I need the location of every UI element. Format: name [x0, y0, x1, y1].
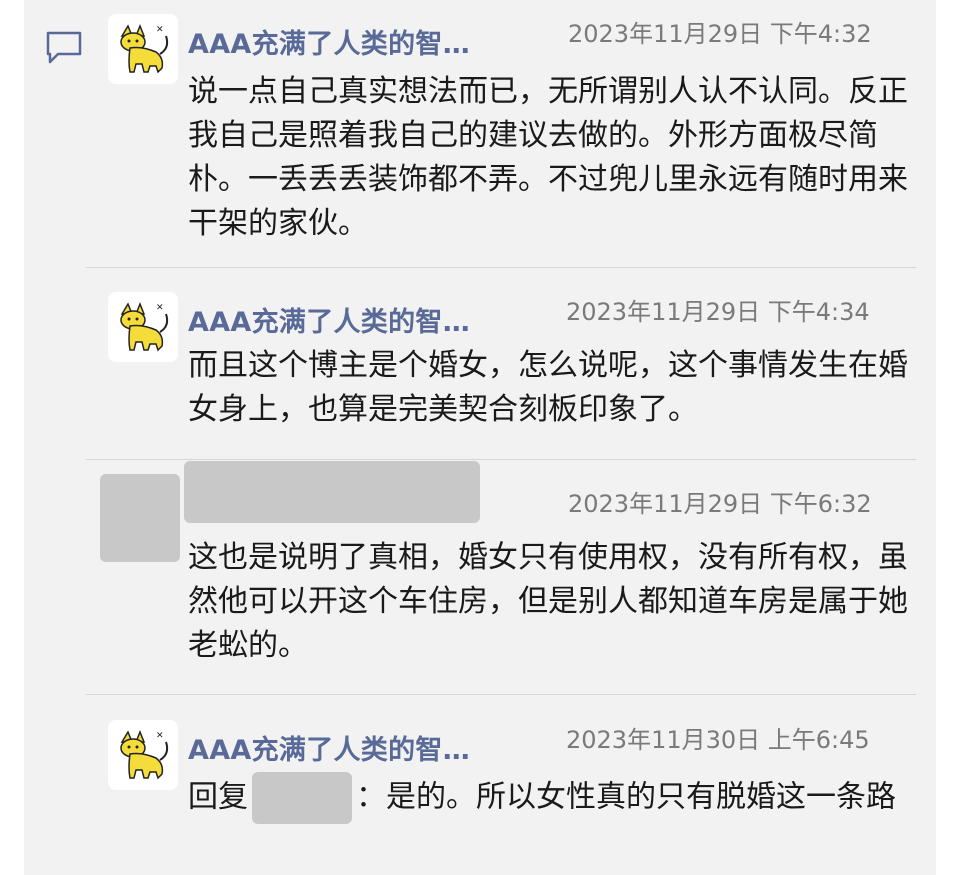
- username-redacted[interactable]: [184, 461, 480, 523]
- comment-username[interactable]: AAA充满了人类的智…: [188, 728, 470, 767]
- reply-prefix: 回复: [188, 779, 248, 815]
- cat-avatar-icon: ✕: [108, 720, 178, 790]
- comment-timestamp: 2023年11月30日 上午6:45: [566, 726, 870, 754]
- reply-text: ：是的。所以女性真的只有脱婚这一条路: [356, 779, 896, 815]
- comment-timestamp: 2023年11月29日 下午4:32: [568, 20, 872, 48]
- cat-avatar-icon: ✕: [108, 14, 178, 84]
- comment-content: 而且这个博主是个婚女，怎么说呢，这个事情发生在婚女身上，也算是完美契合刻板印象了…: [188, 348, 908, 427]
- avatar[interactable]: ✕: [108, 720, 178, 790]
- comment-icon[interactable]: [44, 30, 84, 66]
- comment-content: 这也是说明了真相，婚女只有使用权，没有所有权，虽然他可以开这个车住房，但是别人都…: [188, 540, 908, 663]
- svg-text:✕: ✕: [156, 303, 164, 313]
- avatar[interactable]: ✕: [108, 292, 178, 362]
- svg-text:✕: ✕: [156, 25, 164, 35]
- divider: [86, 459, 916, 460]
- comment-content: 说一点自己真实想法而已，无所谓别人认不认同。反正我自己是照着我自己的建议去做的。…: [188, 74, 908, 241]
- comment-content: 回复 ：是的。所以女性真的只有脱婚这一条路: [188, 772, 918, 824]
- comment-username[interactable]: AAA充满了人类的智…: [188, 22, 470, 61]
- svg-text:✕: ✕: [156, 731, 164, 741]
- avatar[interactable]: ✕: [108, 14, 178, 84]
- avatar-redacted[interactable]: [100, 474, 180, 562]
- divider: [86, 694, 916, 695]
- comment-timestamp: 2023年11月29日 下午4:34: [566, 298, 870, 326]
- cat-avatar-icon: ✕: [108, 292, 178, 362]
- comment-username[interactable]: AAA充满了人类的智…: [188, 300, 470, 339]
- comment-timestamp: 2023年11月29日 下午6:32: [568, 490, 872, 518]
- divider: [86, 267, 916, 268]
- reply-target-redacted[interactable]: [252, 772, 352, 824]
